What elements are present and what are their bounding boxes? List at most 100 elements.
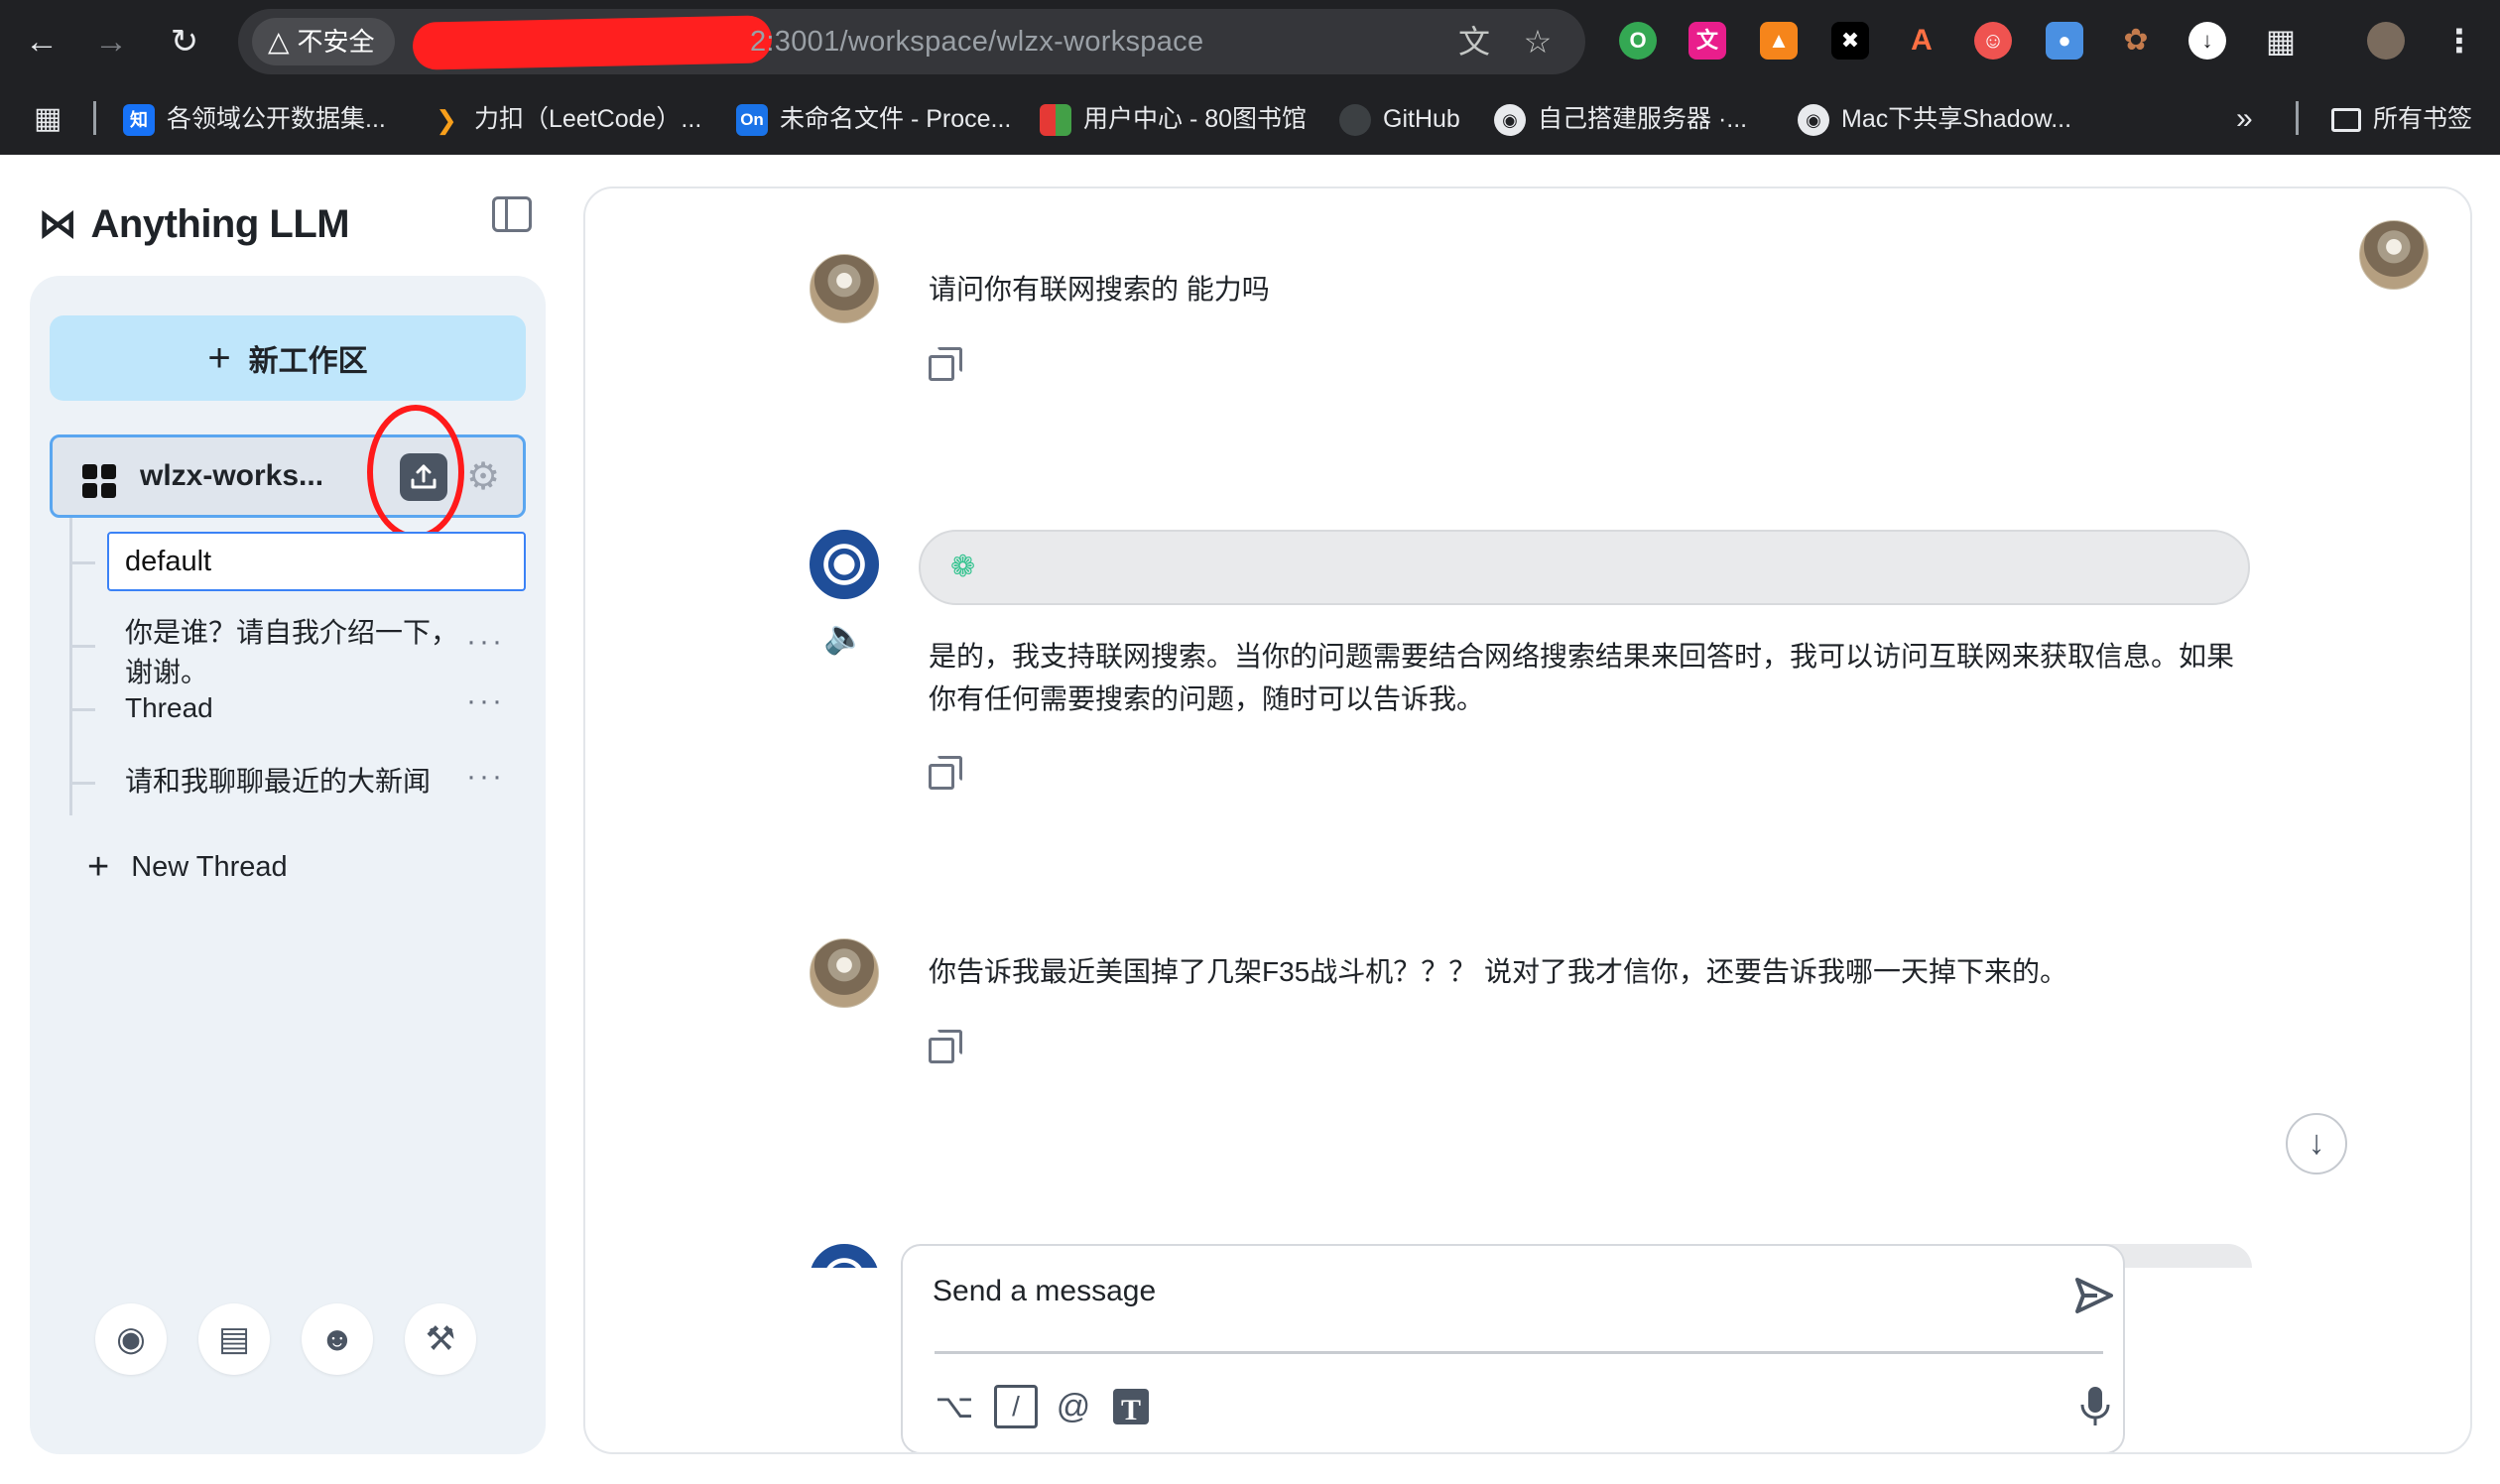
slash-command-icon[interactable]: / [994, 1385, 1038, 1428]
workspace-name: wlzx-works... [140, 459, 324, 492]
logo-icon: ⋈ [38, 202, 77, 246]
metamask-icon[interactable]: ▲ [1760, 22, 1798, 60]
library-icon [1040, 104, 1071, 137]
user-avatar-top[interactable] [2359, 220, 2429, 290]
download-icon[interactable]: ↓ [2188, 22, 2226, 60]
speaker-icon[interactable]: 🔈 [823, 617, 865, 657]
globe-icon: ◉ [1798, 104, 1829, 137]
forward-icon[interactable]: → [85, 16, 137, 67]
assistant-line: 你有任何需要搜索的问题，随时可以告诉我。 [929, 683, 1485, 714]
new-workspace-button[interactable]: + 新工作区 [50, 315, 526, 401]
url-text[interactable]: 2:3001/workspace/wlzx-workspace [750, 9, 1203, 74]
workspace-item[interactable]: wlzx-works... ⚙ [50, 434, 526, 518]
message-input[interactable] [933, 1264, 2024, 1319]
thread-tree-branch [69, 645, 95, 648]
bookmark-item[interactable]: 用户中心 - 80图书馆 [1040, 83, 1307, 155]
bookmark-label: 力扣（LeetCode）... [474, 105, 702, 133]
thread-title: 你是谁？请自我介绍一下， [125, 617, 459, 648]
discord-icon[interactable]: ☻ [302, 1303, 373, 1375]
bookmark-item[interactable]: ◉ 自己搭建服务器 ·... [1494, 83, 1747, 155]
leetcode-icon: ❯ [436, 105, 457, 136]
folder-icon [2331, 108, 2361, 133]
bookmark-label: 用户中心 - 80图书馆 [1083, 105, 1308, 133]
bookmark-item[interactable]: On 未命名文件 - Proce... [736, 83, 1011, 155]
bookmark-item[interactable]: ◉ Mac下共享Shadow... [1798, 83, 2071, 155]
translate-icon[interactable]: 文 [1450, 18, 1498, 65]
back-icon[interactable]: ← [16, 16, 67, 67]
all-bookmarks-label: 所有书签 [2373, 105, 2473, 133]
wrench-icon[interactable]: ⚒ [405, 1303, 476, 1375]
apps-grid-icon[interactable]: ▦ [34, 83, 62, 155]
bookmark-item[interactable]: GitHub [1339, 83, 1460, 155]
extension-translate-icon[interactable]: 文 [1688, 22, 1726, 60]
extension-green-icon[interactable]: O [1619, 22, 1657, 60]
cookie-icon[interactable]: ✿ [2117, 22, 2155, 60]
workspace-grid-icon [82, 464, 116, 498]
scroll-down-icon[interactable]: ↓ [2286, 1113, 2347, 1175]
redaction-mark [412, 15, 773, 70]
sidebar-toggle-icon[interactable] [492, 196, 532, 232]
copy-icon[interactable] [925, 754, 962, 790]
globe-icon: ◉ [1494, 104, 1526, 137]
thread-options-icon[interactable]: ··· [466, 625, 505, 659]
user-avatar [810, 254, 879, 323]
browser-menu-icon[interactable]: ⋮ [2440, 22, 2478, 60]
at-mention-icon[interactable]: @ [1052, 1385, 1095, 1428]
address-bar[interactable]: △ 不安全 2:3001/workspace/wlzx-workspace 文 ☆ [238, 9, 1585, 74]
bookmark-item[interactable]: ❯ 力扣（LeetCode）... [431, 83, 701, 155]
github-icon [1339, 104, 1371, 137]
thread-item[interactable]: 请和我聊聊最近的大新闻 [125, 762, 431, 802]
new-thread-label: New Thread [131, 851, 288, 883]
star-icon[interactable]: ☆ [1514, 18, 1562, 65]
thread-item[interactable]: Thread [125, 688, 213, 728]
all-bookmarks[interactable]: 所有书签 [2331, 83, 2472, 155]
thread-title-cont: 谢谢。 [125, 657, 209, 687]
thread-tree-branch [69, 782, 95, 785]
extension-a-icon[interactable]: A [1903, 22, 1940, 60]
bookmark-label: GitHub [1383, 105, 1460, 133]
upload-icon[interactable] [400, 453, 447, 501]
github-icon[interactable]: ◉ [95, 1303, 167, 1375]
bookmarks-overflow-icon[interactable]: » [2236, 83, 2253, 155]
user-avatar [810, 938, 879, 1008]
bookmark-label: Mac下共享Shadow... [1841, 105, 2072, 133]
composer-divider [935, 1351, 2103, 1354]
extension-drop-icon[interactable]: ● [2046, 22, 2083, 60]
zhihu-icon: 知 [123, 104, 155, 137]
bookmark-label: 未命名文件 - Proce... [780, 105, 1012, 133]
text-size-icon[interactable]: T [1113, 1389, 1149, 1426]
thread-item[interactable]: 你是谁？请自我介绍一下， 谢谢。 [125, 613, 458, 692]
bookmark-item[interactable]: 知各领域公开数据集... [123, 83, 386, 155]
book-icon[interactable]: ▤ [198, 1303, 270, 1375]
logo-text: Anything LLM [90, 201, 350, 246]
security-chip[interactable]: △ 不安全 [252, 18, 395, 65]
chat-panel: 请问你有联网搜索的 能力吗 ❁ 🔈 是的，我支持联网搜索。当你的问题需要结合网络… [583, 186, 2472, 1454]
paperclip-icon[interactable]: ⌥ [933, 1385, 976, 1428]
assistant-avatar [810, 530, 879, 599]
extension-x-icon[interactable]: ✖ [1831, 22, 1869, 60]
warning-icon: △ [268, 26, 290, 57]
processon-icon: On [736, 104, 768, 137]
gear-icon[interactable]: ⚙ [461, 455, 505, 499]
microphone-icon[interactable] [2075, 1383, 2115, 1430]
thinking-bar[interactable]: ❁ [919, 530, 2250, 605]
anythingllm-app: ⋈ Anything LLM + 新工作区 wlzx-works... ⚙ de… [0, 155, 2500, 1484]
new-thread-button[interactable]: + New Thread [87, 839, 288, 895]
brain-icon: ❁ [950, 551, 976, 583]
reload-icon[interactable]: ↻ [159, 16, 210, 67]
extensions-puzzle-icon[interactable]: ▦ [2262, 22, 2300, 60]
bookmark-separator [2296, 101, 2299, 135]
bookmark-label: 自己搭建服务器 ·... [1538, 105, 1748, 133]
extension-face-icon[interactable]: ☺ [1974, 22, 2012, 60]
copy-icon[interactable] [925, 345, 962, 381]
thread-options-icon[interactable]: ··· [466, 760, 505, 794]
thread-default[interactable]: default [107, 532, 526, 591]
user-message: 请问你有联网搜索的 能力吗 [929, 274, 1270, 305]
sidebar-footer: ◉ ▤ ☻ ⚒ [95, 1303, 492, 1375]
profile-avatar-icon[interactable] [2367, 22, 2405, 60]
thread-options-icon[interactable]: ··· [466, 684, 505, 718]
send-icon[interactable] [2069, 1272, 2117, 1319]
assistant-message: 是的，我支持联网搜索。当你的问题需要结合网络搜索结果来回答时，我可以访问互联网来… [929, 635, 2234, 720]
user-message: 你告诉我最近美国掉了几架F35战斗机？？？ 说对了我才信你，还要告诉我哪一天掉下… [929, 956, 2068, 987]
copy-icon[interactable] [925, 1028, 962, 1063]
